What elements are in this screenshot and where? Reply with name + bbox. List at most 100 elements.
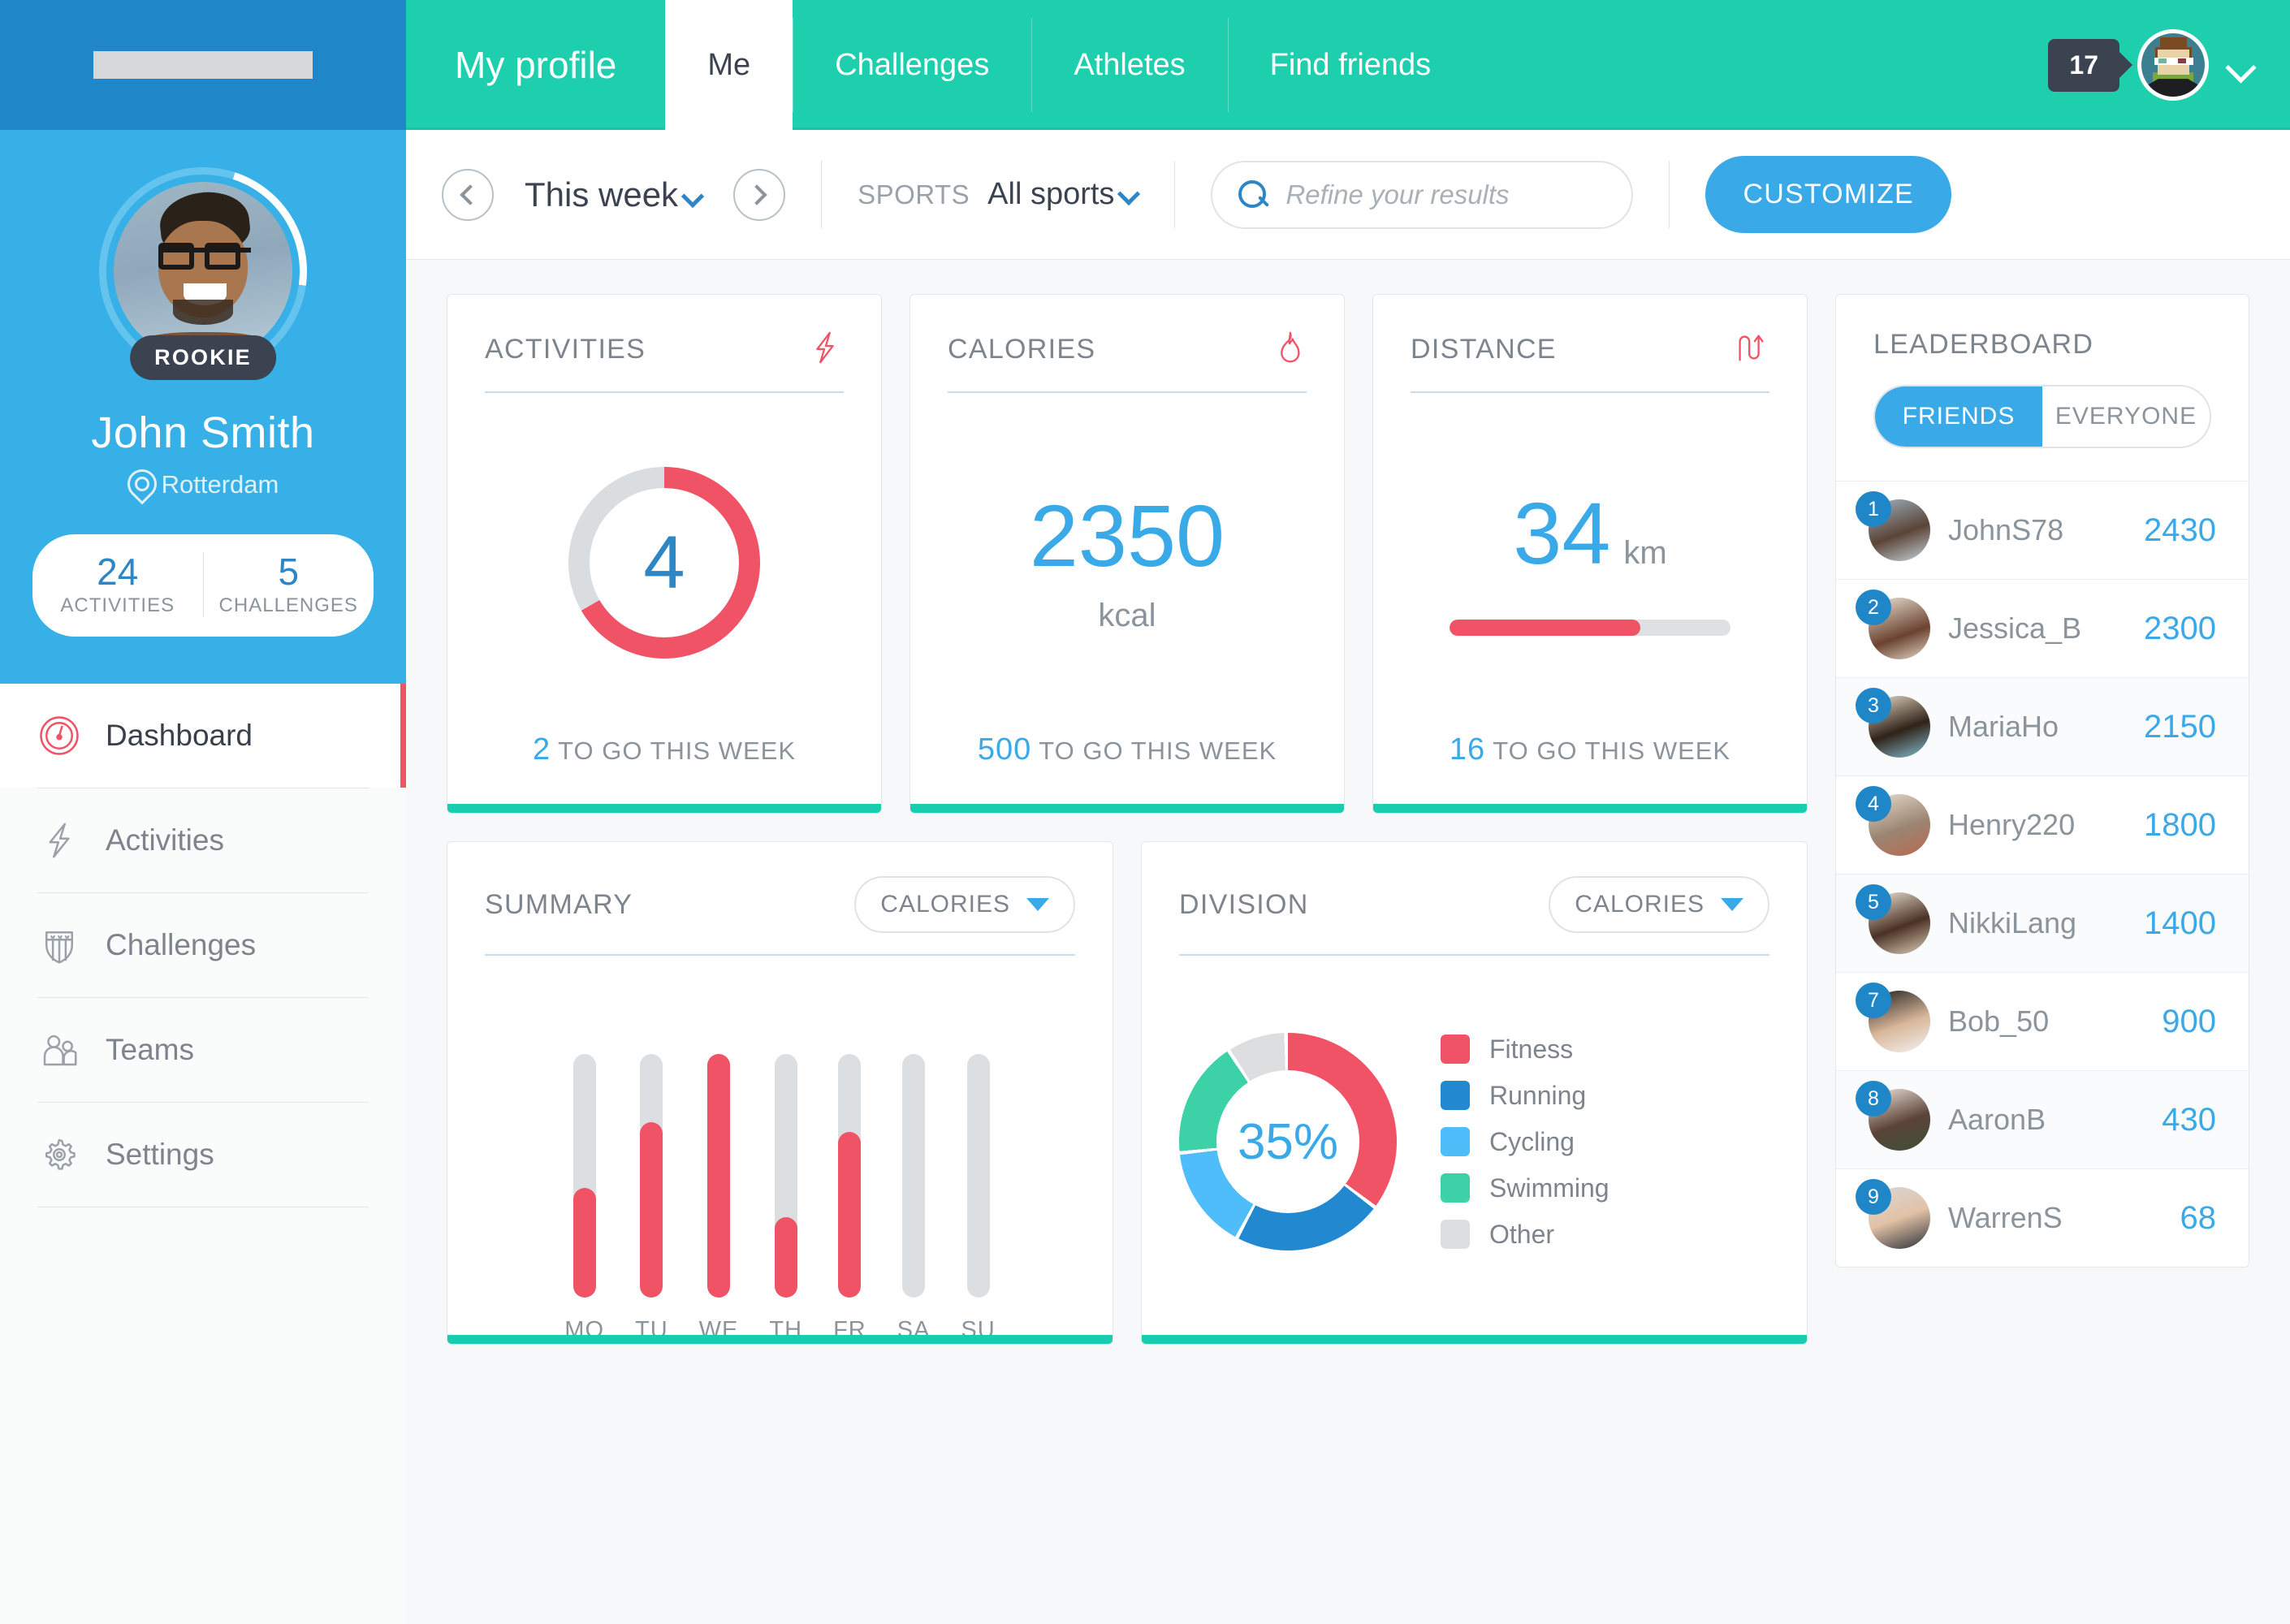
activities-donut-chart: 4 [568, 467, 760, 659]
leaderboard-tab-everyone[interactable]: EVERYONE [2042, 387, 2210, 447]
leaderboard-score: 68 [2180, 1199, 2217, 1236]
sidebar-item-activities[interactable]: Activities [0, 788, 406, 892]
card-activities-head: ACTIVITIES [447, 295, 881, 370]
sidebar-item-dashboard[interactable]: Dashboard [0, 684, 406, 788]
leaderboard-avatar-wrap: 1 [1856, 491, 1930, 561]
card-activities-footer: 2 TO GO THIS WEEK [447, 732, 881, 813]
rank-badge: 7 [1856, 983, 1891, 1018]
bar-col-th: TH [769, 1054, 802, 1344]
sports-filter[interactable]: SPORTS All sports [822, 130, 1174, 259]
rank-badge: 1 [1856, 491, 1891, 527]
table-row[interactable]: 8 AaronB 430 [1836, 1070, 2249, 1168]
bar-fill [707, 1054, 731, 1298]
tab-challenges[interactable]: Challenges [793, 0, 1031, 130]
sidebar-item-settings[interactable]: Settings [0, 1103, 406, 1207]
sports-filter-label: SPORTS [858, 179, 970, 209]
period-label[interactable]: This week [525, 175, 702, 214]
avatar[interactable] [2137, 29, 2209, 101]
calories-value: 2350 [1029, 486, 1225, 585]
profile-avatar[interactable]: ROOKIE [99, 167, 307, 380]
table-row[interactable]: 9 WarrenS 68 [1836, 1168, 2249, 1267]
bar-track [902, 1054, 926, 1298]
division-metric-dropdown[interactable]: CALORIES [1549, 876, 1769, 933]
card-division: DIVISION CALORIES 35% Fitness Running Cy… [1141, 841, 1808, 1345]
customize-button[interactable]: CUSTOMIZE [1705, 156, 1951, 233]
rank-badge: 5 [1856, 884, 1891, 920]
card-calories-togo-value: 500 [977, 732, 1032, 767]
card-distance-head: DISTANCE [1373, 295, 1807, 370]
table-row[interactable]: 3 MariaHo 2150 [1836, 677, 2249, 775]
search-input[interactable] [1285, 179, 1608, 210]
tab-me[interactable]: Me [665, 0, 793, 130]
activities-donut-value: 4 [643, 520, 685, 604]
tab-find-friends[interactable]: Find friends [1227, 0, 1474, 130]
avatar-lens-right [205, 242, 241, 270]
card-calories-footer: 500 TO GO THIS WEEK [910, 732, 1344, 813]
legend-swatch [1441, 1034, 1470, 1064]
tab-athletes[interactable]: Athletes [1031, 0, 1227, 130]
people-icon [37, 1028, 81, 1072]
legend-swatch [1441, 1081, 1470, 1110]
distance-progress-fill [1450, 620, 1641, 636]
avatar-lens-left-px [2158, 58, 2167, 64]
table-row[interactable]: 7 Bob_50 900 [1836, 972, 2249, 1070]
leaderboard-name: JohnS78 [1948, 513, 2064, 546]
app-root: ROOKIE John Smith Rotterdam 24 ACTIVITIE… [0, 0, 2290, 1624]
sidebar-item-teams[interactable]: Teams [0, 998, 406, 1102]
distance-value: 34 [1513, 484, 1611, 582]
card-accent-bar [447, 804, 881, 813]
page-title: My profile [455, 44, 617, 86]
table-row[interactable]: 2 Jessica_B 2300 [1836, 579, 2249, 677]
card-summary: SUMMARY CALORIES MO TU WE TH FR SA SU [447, 841, 1113, 1345]
distance-progress-track [1450, 620, 1730, 636]
division-metric-label: CALORIES [1575, 891, 1705, 918]
leaderboard-avatar-wrap: 2 [1856, 590, 1930, 659]
stat-activities-value: 24 [97, 551, 139, 593]
main-area: My profile Me Challenges Athletes Find f… [406, 0, 2290, 1624]
chevron-down-icon [1721, 898, 1743, 911]
profile-stats-pill: 24 ACTIVITIES 5 CHALLENGES [32, 534, 374, 637]
leaderboard-name: Henry220 [1948, 808, 2076, 841]
rank-badge: 9 [1856, 1179, 1891, 1215]
card-accent-bar [910, 804, 1344, 813]
sidebar-item-dashboard-label: Dashboard [106, 719, 253, 753]
profile-block: ROOKIE John Smith Rotterdam 24 ACTIVITIE… [0, 130, 406, 685]
flame-icon [1269, 329, 1307, 370]
legend-label: Swimming [1489, 1173, 1609, 1203]
bar-col-sa: SA [897, 1054, 931, 1344]
leaderboard-title: LEADERBOARD [1873, 329, 2094, 360]
summary-metric-dropdown[interactable]: CALORIES [854, 876, 1075, 933]
table-row[interactable]: 5 NikkiLang 1400 [1836, 874, 2249, 972]
card-division-head: DIVISION CALORIES [1142, 842, 1807, 933]
legend-label: Cycling [1489, 1126, 1575, 1156]
topnav-right: 17 [2048, 0, 2290, 130]
prev-period-button[interactable] [442, 168, 494, 221]
rank-badge: 2 [1856, 590, 1891, 625]
profile-name: John Smith [91, 408, 315, 457]
leaderboard-score: 900 [2162, 1003, 2216, 1039]
next-period-button[interactable] [733, 168, 786, 221]
leaderboard-tab-friends[interactable]: FRIENDS [1875, 387, 2042, 447]
location-pin-icon [127, 469, 152, 500]
table-row[interactable]: 1 JohnS78 2430 [1836, 481, 2249, 579]
leaderboard-avatar-wrap: 3 [1856, 688, 1930, 758]
leaderboard-score: 2430 [2144, 512, 2216, 548]
card-calories-head: CALORIES [910, 295, 1344, 370]
bar-col-su: SU [961, 1054, 995, 1344]
logo-placeholder [93, 51, 313, 79]
lightning-icon [37, 818, 81, 862]
chevron-down-icon[interactable] [2227, 51, 2254, 79]
search-icon [1237, 179, 1269, 211]
table-row[interactable]: 4 Henry220 1800 [1836, 775, 2249, 874]
bar-fill [640, 1122, 663, 1298]
notification-badge[interactable]: 17 [2048, 38, 2119, 92]
bar-track [966, 1054, 990, 1298]
sidebar-item-challenges[interactable]: Challenges [0, 893, 406, 997]
card-activities-body: 4 [447, 393, 881, 732]
search-box[interactable] [1211, 160, 1634, 229]
lightning-icon [806, 329, 844, 370]
chevron-down-icon [1026, 898, 1049, 911]
sidebar-nav: Dashboard Activities Challenges Teams Se… [0, 684, 406, 1224]
legend-label: Other [1489, 1219, 1555, 1249]
card-activities: ACTIVITIES 4 2 TO GO THIS WEEK [447, 294, 882, 814]
